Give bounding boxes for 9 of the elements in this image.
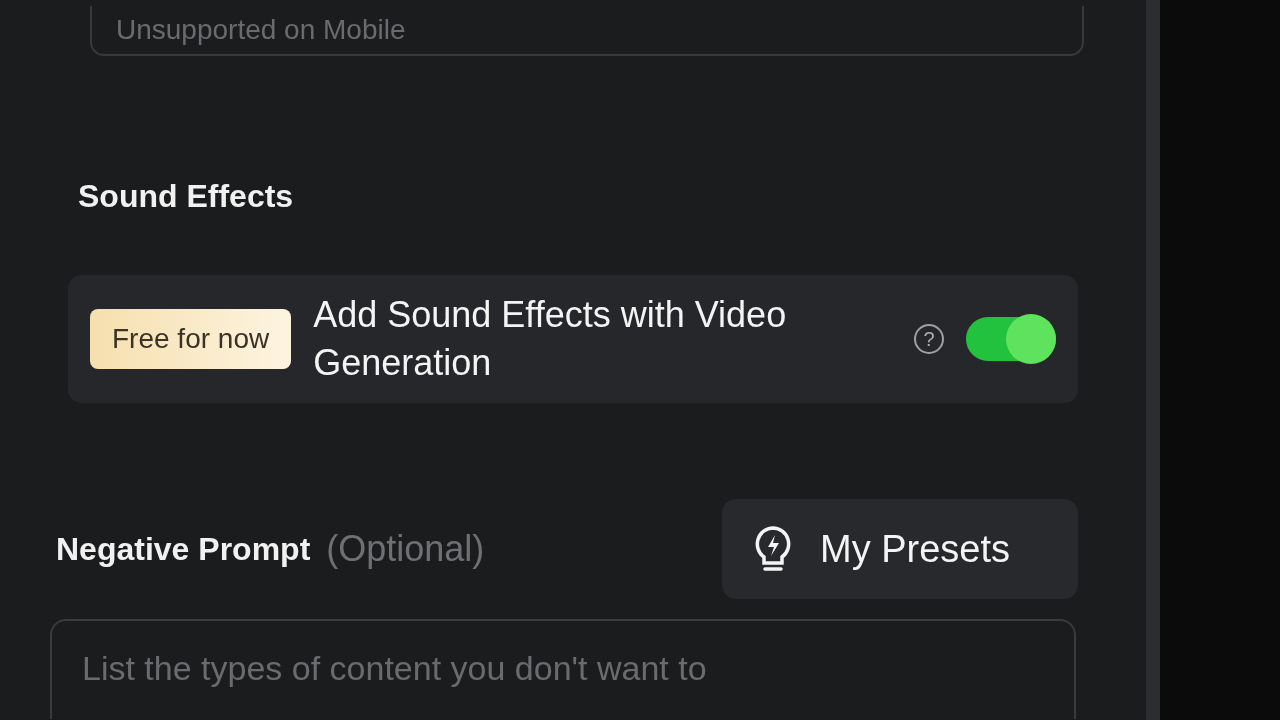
negative-prompt-field[interactable]: List the types of content you don't want to — [50, 619, 1076, 719]
setting-label: Add Sound Effects with Video Generation — [313, 293, 788, 385]
toggle-switch[interactable] — [966, 317, 1056, 361]
presets-button[interactable]: My Presets — [722, 499, 1078, 599]
section-title: Sound Effects — [78, 178, 295, 215]
section-title: Negative Prompt — [56, 530, 311, 568]
free-badge: Free for now — [90, 309, 292, 369]
help-icon[interactable]: ? — [914, 324, 944, 354]
optional-hint: (Optional) — [326, 528, 485, 570]
